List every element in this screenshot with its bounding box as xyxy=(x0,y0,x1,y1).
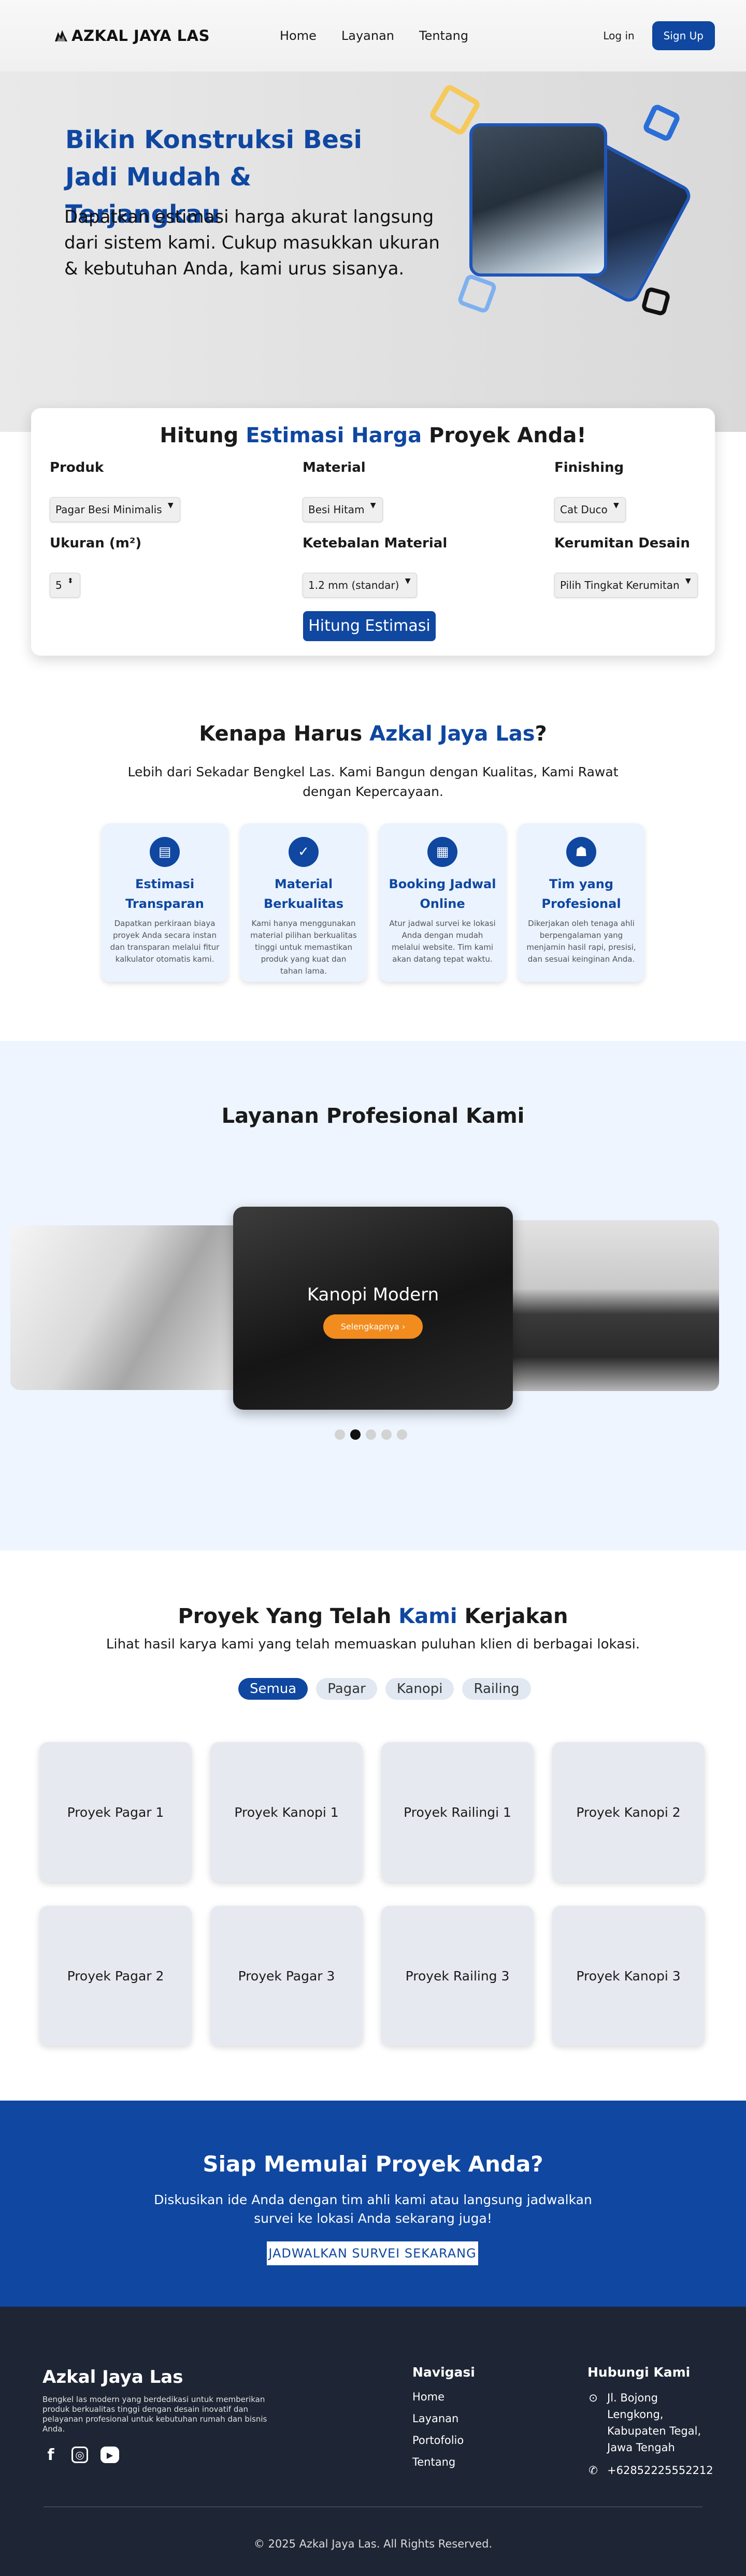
services-section: Layanan Profesional Kami Kanopi Modern S… xyxy=(0,1041,746,1551)
carousel-dot[interactable] xyxy=(381,1429,392,1440)
whatsapp-icon: ✆ xyxy=(589,2464,598,2477)
filter-pagar[interactable]: Pagar xyxy=(316,1678,377,1700)
decor-square-blue xyxy=(641,103,682,143)
footer-contact-heading: Hubungi Kami xyxy=(587,2365,691,2380)
filter-railing[interactable]: Railing xyxy=(462,1678,531,1700)
why-title-highlight: Azkal Jaya Las xyxy=(369,722,535,746)
footer-link-home[interactable]: Home xyxy=(412,2391,464,2403)
project-card[interactable]: Proyek Railingi 1 xyxy=(381,1742,534,1882)
nav-link-layanan[interactable]: Layanan xyxy=(341,28,394,43)
login-link[interactable]: Log in xyxy=(603,30,634,42)
project-card[interactable]: Proyek Kanopi 1 xyxy=(210,1742,363,1882)
why-subtitle: Lebih dari Sekadar Bengkel Las. Kami Ban… xyxy=(127,764,619,799)
projects-title-highlight: Kami xyxy=(398,1604,457,1628)
chevron-right-icon: › xyxy=(401,1322,406,1332)
site-footer: Azkal Jaya Las Bengkel las modern yang b… xyxy=(0,2307,746,2576)
cta-section: Siap Memulai Proyek Anda? Diskusikan ide… xyxy=(0,2101,746,2307)
feature-card-estimasi: ▤ Estimasi Transparan Dapatkan perkiraan… xyxy=(102,823,228,982)
footer-link-portofolio[interactable]: Portofolio xyxy=(412,2434,464,2447)
feature-title: Material Berkualitas xyxy=(263,877,344,911)
project-card[interactable]: Proyek Pagar 1 xyxy=(39,1742,192,1882)
decor-square-lightblue xyxy=(456,273,498,314)
top-navbar: AZKAL JAYA LAS Home Layanan Tentang Log … xyxy=(0,0,746,71)
why-title: Kenapa Harus Azkal Jaya Las? xyxy=(0,722,746,746)
schedule-survey-button[interactable]: JADWALKAN SURVEI SEKARANG xyxy=(267,2241,478,2265)
team-icon: ☗ xyxy=(566,837,596,867)
shield-check-icon: ✓ xyxy=(289,837,319,867)
project-card[interactable]: Proyek Kanopi 2 xyxy=(552,1742,705,1882)
selengkapnya-label: Selengkapnya xyxy=(340,1322,399,1332)
feature-desc: Dikerjakan oleh tenaga ahli berpengalama… xyxy=(526,919,636,964)
feature-card-tim: ☗ Tim yang Profesional Dikerjakan oleh t… xyxy=(518,823,644,982)
document-icon: ▤ xyxy=(150,837,180,867)
feature-title: Tim yang Profesional xyxy=(541,877,621,911)
instagram-icon[interactable]: ◎ xyxy=(71,2447,88,2463)
nav-link-home[interactable]: Home xyxy=(280,28,317,43)
auth-actions: Log in Sign Up xyxy=(603,21,715,50)
carousel-dot-active[interactable] xyxy=(350,1429,361,1440)
project-card[interactable]: Proyek Railing 3 xyxy=(381,1906,534,2046)
projects-title-post: Kerjakan xyxy=(457,1604,568,1628)
feature-card-material: ✓ Material Berkualitas Kami hanya menggu… xyxy=(240,823,367,982)
main-menu: Home Layanan Tentang xyxy=(280,28,468,43)
decor-square-black xyxy=(640,286,671,317)
slide-title: Kanopi Modern xyxy=(307,1284,439,1305)
carousel-dots xyxy=(335,1429,407,1440)
copyright-text: © 2025 Azkal Jaya Las. All Rights Reserv… xyxy=(253,2538,493,2550)
footer-nav: Home Layanan Portofolio Tentang xyxy=(412,2391,464,2468)
phone-row[interactable]: ✆ +62852225552212 xyxy=(586,2462,716,2479)
project-card[interactable]: Proyek Pagar 2 xyxy=(39,1906,192,2046)
why-title-post: ? xyxy=(535,722,547,746)
feature-desc: Atur jadwal survei ke lokasi Anda dengan… xyxy=(389,919,496,964)
projects-section: Proyek Yang Telah Kami Kerjakan Lihat ha… xyxy=(0,1551,746,2101)
cta-subtitle: Diskusikan ide Anda dengan tim ahli kami… xyxy=(154,2192,592,2226)
hero-subtitle: Dapatkan estimasi harga akurat langsung … xyxy=(64,207,440,279)
feature-title: Estimasi Transparan xyxy=(125,877,204,911)
projects-subtitle: Lihat hasil karya kami yang telah memuas… xyxy=(106,1637,640,1652)
slide-pagar-image[interactable] xyxy=(496,1220,719,1391)
social-links: f ◎ ▶ xyxy=(42,2446,119,2464)
footer-link-tentang[interactable]: Tentang xyxy=(412,2456,464,2468)
feature-desc: Dapatkan perkiraan biaya proyek Anda sec… xyxy=(110,919,220,964)
hero-section: Bikin Konstruksi Besi Jadi Mudah & Terja… xyxy=(0,71,746,656)
signup-button[interactable]: Sign Up xyxy=(652,21,715,50)
nav-link-tentang[interactable]: Tentang xyxy=(419,28,468,43)
address-row: ⊙ Jl. Bojong Lengkong, Kabupaten Tegal, … xyxy=(586,2390,716,2456)
project-card[interactable]: Proyek Pagar 3 xyxy=(210,1906,363,2046)
project-filters: Semua Pagar Kanopi Railing xyxy=(238,1678,531,1700)
phone-text: +62852225552212 xyxy=(607,2464,713,2477)
footer-contact: ⊙ Jl. Bojong Lengkong, Kabupaten Tegal, … xyxy=(586,2390,716,2485)
why-us-section: Kenapa Harus Azkal Jaya Las? Lebih dari … xyxy=(0,432,746,1041)
why-title-pre: Kenapa Harus xyxy=(199,722,370,746)
footer-description: Bengkel las modern yang berdedikasi untu… xyxy=(42,2395,267,2434)
footer-nav-heading: Navigasi xyxy=(412,2365,475,2380)
feature-title: Booking Jadwal Online xyxy=(389,877,496,911)
carousel-dot[interactable] xyxy=(335,1429,345,1440)
feature-card-booking: ▦ Booking Jadwal Online Atur jadwal surv… xyxy=(379,823,506,982)
address-text: Jl. Bojong Lengkong, Kabupaten Tegal, Ja… xyxy=(607,2392,701,2454)
slide-railing-image[interactable] xyxy=(10,1225,254,1390)
selengkapnya-button[interactable]: Selengkapnya › xyxy=(323,1314,423,1339)
projects-title-pre: Proyek Yang Telah xyxy=(178,1604,399,1628)
footer-link-layanan[interactable]: Layanan xyxy=(412,2412,464,2425)
filter-kanopi[interactable]: Kanopi xyxy=(385,1678,454,1700)
facebook-icon[interactable]: f xyxy=(42,2446,59,2464)
project-card[interactable]: Proyek Kanopi 3 xyxy=(552,1906,705,2046)
projects-title: Proyek Yang Telah Kami Kerjakan xyxy=(0,1604,746,1628)
carousel-dot[interactable] xyxy=(397,1429,407,1440)
brand-logo[interactable]: AZKAL JAYA LAS xyxy=(54,27,210,45)
footer-brand: Azkal Jaya Las xyxy=(42,2367,183,2387)
youtube-icon[interactable]: ▶ xyxy=(101,2447,119,2463)
flame-logo-icon xyxy=(55,30,67,41)
slide-active-kanopi[interactable]: Kanopi Modern Selengkapnya › xyxy=(233,1207,513,1410)
cta-title: Siap Memulai Proyek Anda? xyxy=(203,2151,543,2177)
calendar-check-icon: ▦ xyxy=(427,837,457,867)
brand-name: AZKAL JAYA LAS xyxy=(71,27,210,45)
carousel-dot[interactable] xyxy=(366,1429,376,1440)
filter-semua[interactable]: Semua xyxy=(238,1678,308,1700)
feature-desc: Kami hanya menggunakan material pilihan … xyxy=(250,919,357,976)
services-title: Layanan Profesional Kami xyxy=(221,1104,525,1128)
map-pin-icon: ⊙ xyxy=(589,2392,598,2404)
hero-welder-photo-front xyxy=(469,123,607,277)
